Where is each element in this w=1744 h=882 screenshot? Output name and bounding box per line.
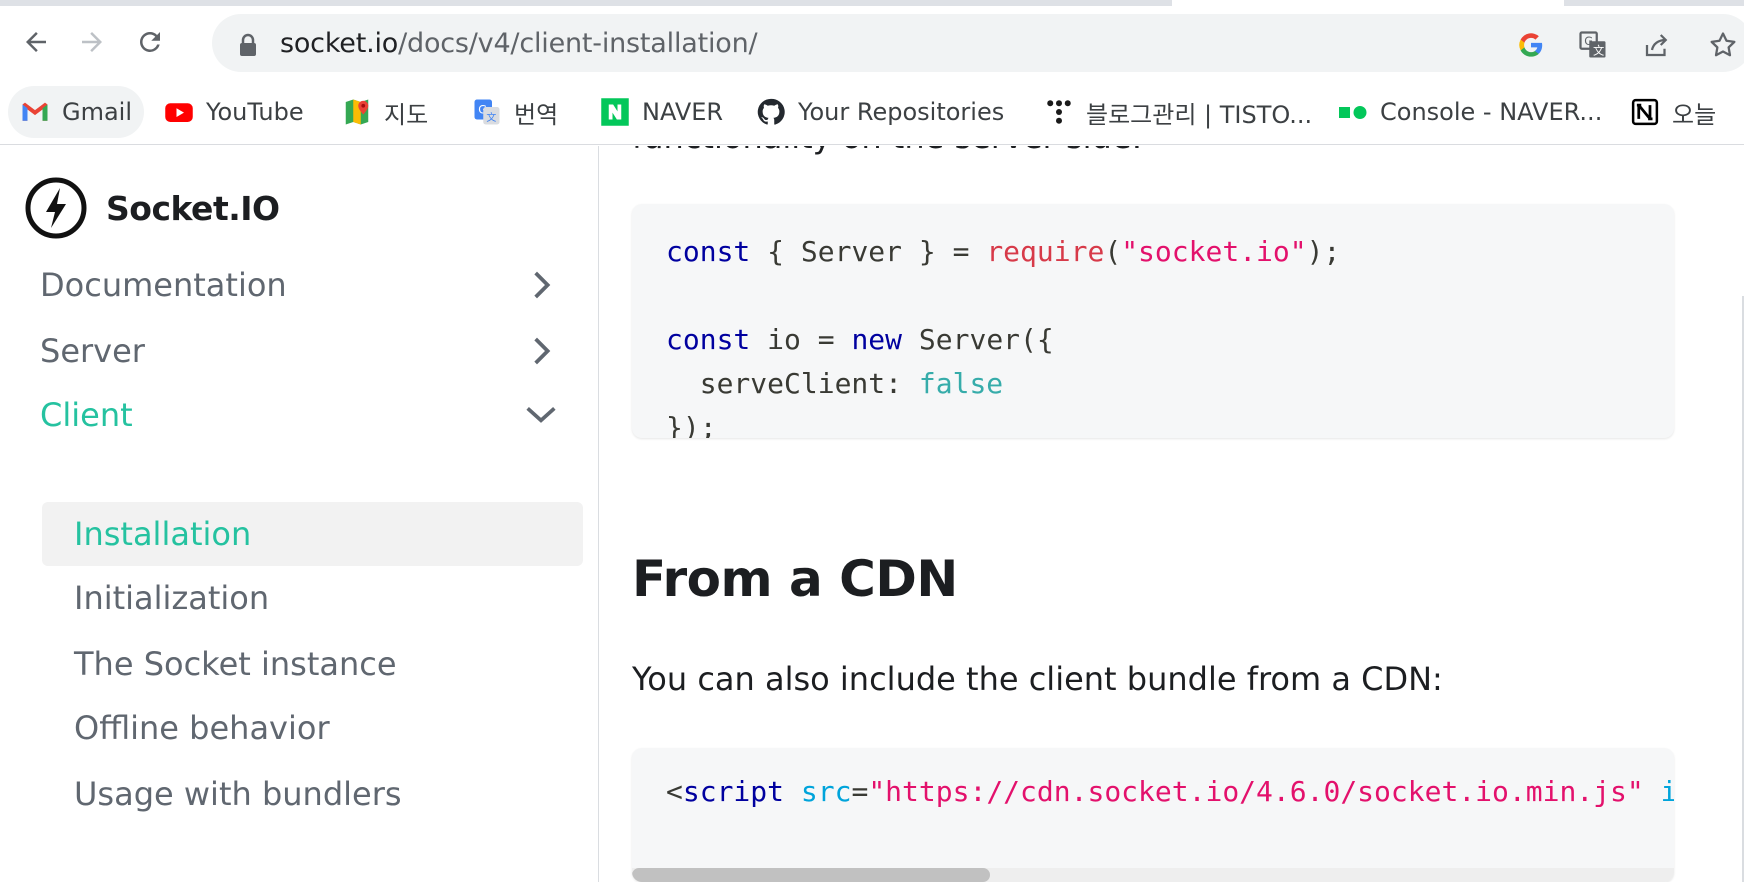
- sidebar-item-label: Offline behavior: [74, 709, 330, 747]
- sidebar-item-initialization[interactable]: Initialization: [42, 566, 583, 630]
- sidebar-item-label: Installation: [74, 515, 252, 553]
- github-icon: [756, 97, 786, 127]
- url-path: /docs/v4/client-installation/: [398, 28, 758, 59]
- cdn-paragraph: You can also include the client bundle f…: [632, 660, 1443, 698]
- gmail-icon: [20, 97, 50, 127]
- bookmark-label: Gmail: [62, 98, 133, 126]
- google-icon[interactable]: [1514, 28, 1548, 62]
- bookmark-notion[interactable]: 오늘: [1618, 86, 1728, 138]
- paragraph-cut-off: functionality on the server side:: [632, 146, 1142, 156]
- bookmark-gmail[interactable]: Gmail: [8, 86, 145, 138]
- bookmark-star-icon[interactable]: [1706, 28, 1740, 62]
- section-heading: From a CDN: [632, 550, 958, 608]
- sidebar-item-usage-with-bundlers[interactable]: Usage with bundlers: [42, 762, 583, 826]
- bookmark-naver-cloud[interactable]: Console - NAVER...: [1326, 86, 1614, 138]
- doc-content: functionality on the server side: const …: [600, 146, 1744, 882]
- share-icon[interactable]: [1640, 28, 1674, 62]
- sidebar-category-label: Documentation: [40, 266, 287, 304]
- reload-button[interactable]: [130, 22, 170, 62]
- reload-icon: [140, 31, 160, 52]
- youtube-icon: [164, 97, 194, 127]
- url-text[interactable]: socket.io/docs/v4/client-installation/: [280, 28, 758, 59]
- bookmark-translate[interactable]: G文 번역: [460, 86, 570, 138]
- chevron-right-icon: [534, 337, 551, 365]
- brand-link[interactable]: Socket.IO: [24, 176, 280, 240]
- notion-icon: [1630, 97, 1660, 127]
- bookmark-label: 블로그관리 | TISTO...: [1086, 100, 1313, 129]
- bookmark-label: 번역: [514, 100, 559, 129]
- sidebar-item-label: The Socket instance: [74, 645, 397, 683]
- bookmark-label: 오늘: [1672, 100, 1717, 129]
- sidebar-item-label: Usage with bundlers: [74, 775, 402, 813]
- code-text: const { Server } = require("socket.io");…: [666, 235, 1341, 438]
- code-block-cdn[interactable]: <script src="https://cdn.socket.io/4.6.0…: [632, 748, 1674, 882]
- google-maps-icon: [342, 97, 372, 127]
- back-button[interactable]: [16, 22, 56, 62]
- code-block-server[interactable]: const { Server } = require("socket.io");…: [632, 204, 1674, 438]
- socketio-logo-icon: [25, 177, 87, 239]
- bookmark-github[interactable]: Your Repositories: [744, 86, 1016, 138]
- url-host: socket.io: [280, 28, 399, 59]
- sidebar-category-server[interactable]: Server: [40, 318, 583, 384]
- bookmark-tistory[interactable]: 블로그관리 | TISTO...: [1032, 86, 1324, 138]
- translate-page-icon[interactable]: G文: [1576, 28, 1610, 62]
- tistory-icon: [1044, 97, 1074, 127]
- bookmark-label: 지도: [384, 100, 429, 129]
- sidebar-item-label: Initialization: [74, 579, 270, 617]
- lock-icon[interactable]: [238, 33, 258, 57]
- bookmarks-bar: Gmail YouTube 지도 G文 번역 NAVER Your Reposi…: [0, 80, 1744, 145]
- back-arrow-icon: [26, 32, 46, 52]
- svg-text:文: 文: [486, 111, 496, 124]
- brand-name: Socket.IO: [106, 188, 280, 228]
- naver-icon: [600, 97, 630, 127]
- bookmark-youtube[interactable]: YouTube: [152, 86, 316, 138]
- naver-cloud-icon: [1338, 97, 1368, 127]
- code-scrollbar-thumb[interactable]: [632, 868, 990, 882]
- bookmark-label: Your Repositories: [798, 98, 1005, 126]
- svg-text:文: 文: [1593, 43, 1604, 57]
- sidebar-category-documentation[interactable]: Documentation: [40, 252, 583, 318]
- forward-arrow-icon: [82, 32, 102, 52]
- bookmark-label: YouTube: [206, 98, 304, 126]
- sidebar-item-socket-instance[interactable]: The Socket instance: [42, 632, 583, 696]
- sidebar-category-label: Server: [40, 332, 145, 370]
- sidebar-item-installation[interactable]: Installation: [42, 502, 583, 566]
- sidebar-item-offline-behavior[interactable]: Offline behavior: [42, 696, 583, 760]
- bookmark-maps[interactable]: 지도: [330, 86, 440, 138]
- docs-sidebar: Socket.IO Documentation Server Client In…: [0, 146, 599, 882]
- chevron-right-icon: [534, 271, 551, 299]
- bookmark-label: Console - NAVER...: [1380, 98, 1603, 126]
- google-translate-icon: G文: [472, 97, 502, 127]
- sidebar-category-label: Client: [40, 396, 133, 434]
- sidebar-category-client[interactable]: Client: [40, 382, 583, 448]
- forward-button[interactable]: [72, 22, 112, 62]
- bookmark-label: NAVER: [642, 98, 724, 126]
- browser-toolbar: socket.io/docs/v4/client-installation/ G…: [0, 6, 1744, 80]
- code-text: <script src="https://cdn.socket.io/4.6.0…: [666, 775, 1674, 808]
- chevron-down-icon: [526, 406, 556, 423]
- bookmark-naver[interactable]: NAVER: [588, 86, 735, 138]
